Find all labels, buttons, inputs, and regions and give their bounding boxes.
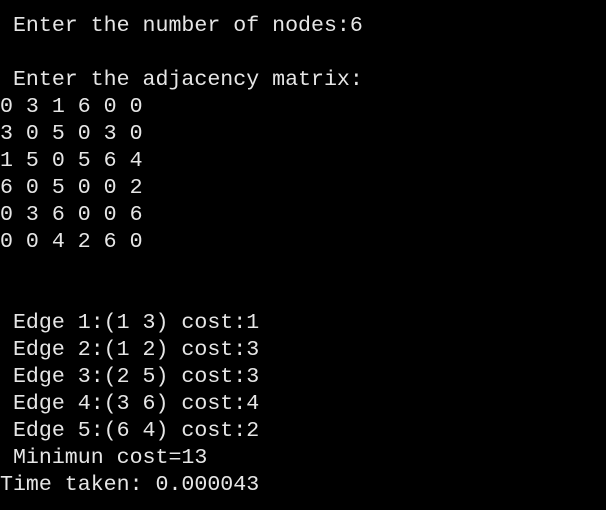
time-taken: Time taken: 0.000043	[0, 473, 260, 497]
prompt-nodes: Enter the number of nodes:6	[0, 14, 363, 38]
matrix-row: 0 3 1 6 0 0	[0, 95, 143, 119]
edge-line: Edge 2:(1 2) cost:3	[0, 338, 260, 362]
edge-line: Edge 4:(3 6) cost:4	[0, 392, 260, 416]
matrix-row: 3 0 5 0 3 0	[0, 122, 143, 146]
matrix-row: 1 5 0 5 6 4	[0, 149, 143, 173]
edge-line: Edge 5:(6 4) cost:2	[0, 419, 260, 443]
prompt-matrix: Enter the adjacency matrix:	[0, 68, 363, 92]
edge-line: Edge 3:(2 5) cost:3	[0, 365, 260, 389]
matrix-row: 0 3 6 0 0 6	[0, 203, 143, 227]
minimum-cost: Minimun cost=13	[0, 446, 208, 470]
console-output: Enter the number of nodes:6 Enter the ad…	[0, 0, 606, 499]
edge-line: Edge 1:(1 3) cost:1	[0, 311, 260, 335]
matrix-row: 0 0 4 2 6 0	[0, 230, 143, 254]
matrix-row: 6 0 5 0 0 2	[0, 176, 143, 200]
